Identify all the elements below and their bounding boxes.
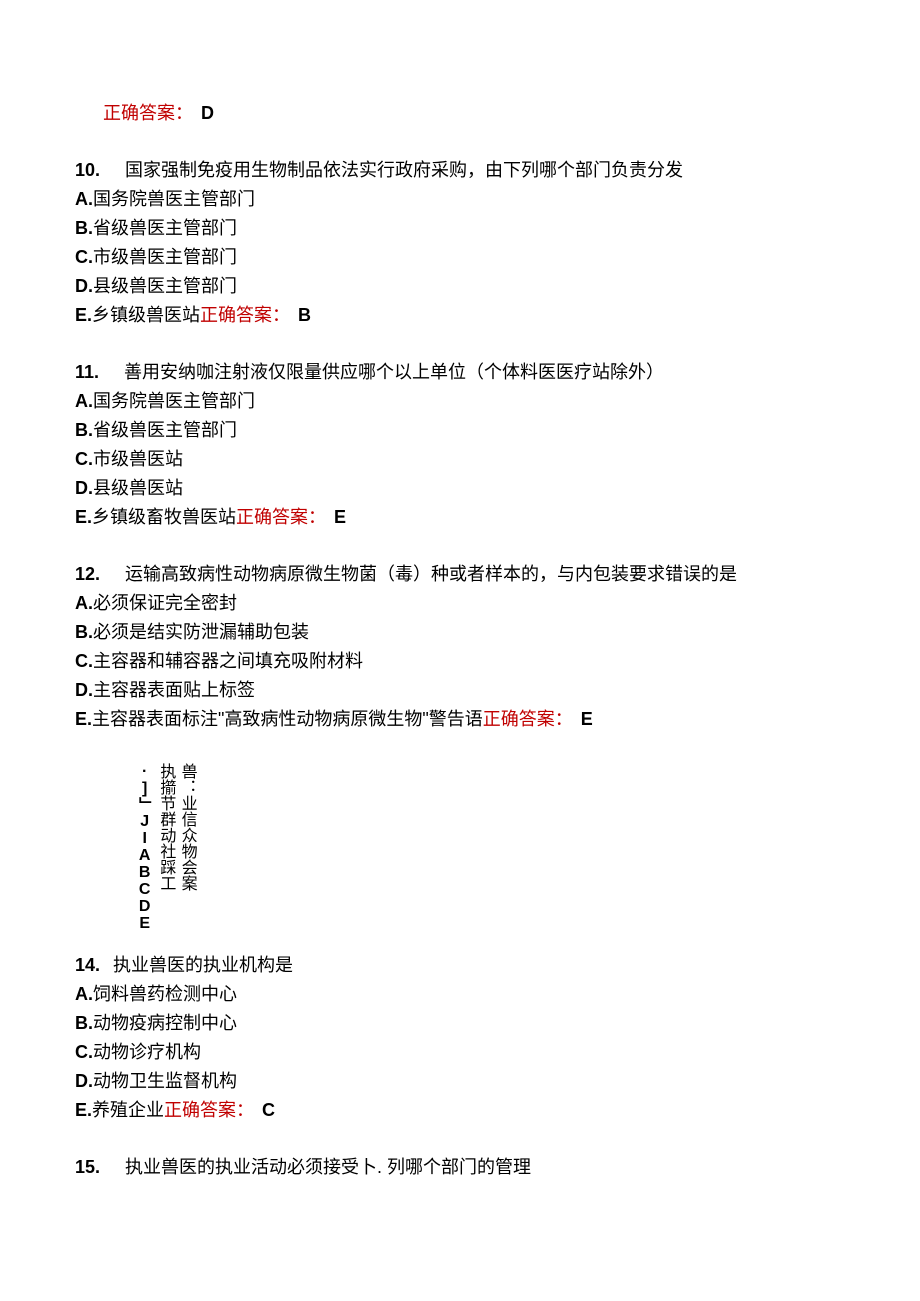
option-text: 省级兽医主管部门	[93, 420, 237, 440]
option-a: A.饲料兽药检测中心	[75, 981, 845, 1008]
option-text: 县级兽医主管部门	[93, 276, 237, 296]
option-text: 主容器表面标注"高致病性动物病原微生物"警告语	[92, 709, 483, 729]
option-b: B.必须是结实防泄漏辅助包装	[75, 619, 845, 646]
option-text: 省级兽医主管部门	[93, 218, 237, 238]
question-text: 善用安纳咖注射液仅限量供应哪个以上单位（个体料医医疗站除外）	[124, 362, 664, 382]
option-text: 县级兽医站	[93, 478, 183, 498]
option-text: 主容器表面贴上标签	[93, 680, 255, 700]
question-stem: 15. 执业兽医的执业活动必须接受卜. 列哪个部门的管理	[75, 1154, 845, 1181]
rotated-col-1: 兽：业信众物会案	[177, 763, 196, 891]
option-text: 国务院兽医主管部门	[93, 189, 255, 209]
option-letter: A.	[75, 593, 93, 613]
option-d: D.县级兽医站	[75, 475, 845, 502]
option-letter: E.	[75, 1100, 92, 1120]
option-letter: E.	[75, 507, 92, 527]
option-text: 饲料兽药检测中心	[93, 984, 237, 1004]
option-letter: D.	[75, 1071, 93, 1091]
option-letter: A.	[75, 984, 93, 1004]
option-text: 乡镇级畜牧兽医站	[92, 507, 236, 527]
answer-value: E	[334, 507, 346, 527]
rotated-text-block: ·]」JIABCDE 执擶节群动社踩工 兽：业信众物会案	[135, 763, 845, 932]
question-number: 12.	[75, 564, 100, 584]
question-11: 11. 善用安纳咖注射液仅限量供应哪个以上单位（个体料医医疗站除外） A.国务院…	[75, 359, 845, 531]
option-letter: E.	[75, 305, 92, 325]
answer-value: C	[262, 1100, 275, 1120]
option-letter: D.	[75, 680, 93, 700]
option-c: C.市级兽医主管部门	[75, 244, 845, 271]
rotated-col-2: 执擶节群动社踩工	[156, 763, 175, 891]
question-12: 12. 运输高致病性动物病原微生物菌（毒）种或者样本的，与内包装要求错误的是 A…	[75, 561, 845, 733]
option-text: 必须保证完全密封	[93, 593, 237, 613]
question-number: 14.	[75, 955, 100, 975]
option-b: B.省级兽医主管部门	[75, 215, 845, 242]
option-b: B.省级兽医主管部门	[75, 417, 845, 444]
question-number: 15.	[75, 1157, 100, 1177]
option-d: D.动物卫生监督机构	[75, 1068, 845, 1095]
option-letter: A.	[75, 391, 93, 411]
option-text: 乡镇级兽医站	[92, 305, 200, 325]
question-stem: 11. 善用安纳咖注射液仅限量供应哪个以上单位（个体料医医疗站除外）	[75, 359, 845, 386]
option-letter: C.	[75, 1042, 93, 1062]
answer-value: E	[581, 709, 593, 729]
option-text: 国务院兽医主管部门	[93, 391, 255, 411]
question-14: 14. 执业兽医的执业机构是 A.饲料兽药检测中心 B.动物疫病控制中心 C.动…	[75, 952, 845, 1124]
answer-label: 正确答案：	[483, 709, 573, 729]
option-letter: C.	[75, 651, 93, 671]
option-letter: D.	[75, 276, 93, 296]
answer-label: 正确答案：	[164, 1100, 254, 1120]
option-letter: B.	[75, 420, 93, 440]
option-e: E.养殖企业正确答案： C	[75, 1097, 845, 1124]
option-text: 市级兽医站	[93, 449, 183, 469]
option-e: E.乡镇级兽医站正确答案： B	[75, 302, 845, 329]
option-letter: B.	[75, 622, 93, 642]
option-a: A.必须保证完全密封	[75, 590, 845, 617]
question-text: 执业兽医的执业活动必须接受卜. 列哪个部门的管理	[125, 1157, 531, 1177]
option-a: A.国务院兽医主管部门	[75, 388, 845, 415]
question-10: 10. 国家强制免疫用生物制品依法实行政府采购，由下列哪个部门负责分发 A.国务…	[75, 157, 845, 329]
option-text: 动物诊疗机构	[93, 1042, 201, 1062]
question-number: 10.	[75, 160, 100, 180]
previous-answer: 正确答案： D	[75, 100, 845, 127]
option-b: B.动物疫病控制中心	[75, 1010, 845, 1037]
option-letter: E.	[75, 709, 92, 729]
question-stem: 12. 运输高致病性动物病原微生物菌（毒）种或者样本的，与内包装要求错误的是	[75, 561, 845, 588]
option-text: 动物卫生监督机构	[93, 1071, 237, 1091]
answer-label: 正确答案：	[236, 507, 326, 527]
option-c: C.动物诊疗机构	[75, 1039, 845, 1066]
option-c: C.市级兽医站	[75, 446, 845, 473]
question-text: 国家强制免疫用生物制品依法实行政府采购，由下列哪个部门负责分发	[125, 160, 683, 180]
option-letter: C.	[75, 449, 93, 469]
option-letter: C.	[75, 247, 93, 267]
option-d: D.主容器表面贴上标签	[75, 677, 845, 704]
question-number: 11.	[75, 362, 99, 382]
option-text: 主容器和辅容器之间填充吸附材料	[93, 651, 363, 671]
option-d: D.县级兽医主管部门	[75, 273, 845, 300]
option-letter: B.	[75, 218, 93, 238]
answer-value: B	[298, 305, 311, 325]
question-15: 15. 执业兽医的执业活动必须接受卜. 列哪个部门的管理	[75, 1154, 845, 1181]
option-a: A.国务院兽医主管部门	[75, 186, 845, 213]
option-c: C.主容器和辅容器之间填充吸附材料	[75, 648, 845, 675]
answer-value: D	[201, 103, 214, 123]
answer-label: 正确答案：	[103, 103, 193, 123]
option-letter: A.	[75, 189, 93, 209]
question-stem: 10. 国家强制免疫用生物制品依法实行政府采购，由下列哪个部门负责分发	[75, 157, 845, 184]
question-text: 执业兽医的执业机构是	[113, 955, 293, 975]
option-text: 养殖企业	[92, 1100, 164, 1120]
option-e: E.乡镇级畜牧兽医站正确答案： E	[75, 504, 845, 531]
answer-label: 正确答案：	[200, 305, 290, 325]
option-text: 必须是结实防泄漏辅助包装	[93, 622, 309, 642]
rotated-col-3: ·]」JIABCDE	[135, 763, 154, 932]
option-text: 市级兽医主管部门	[93, 247, 237, 267]
option-text: 动物疫病控制中心	[93, 1013, 237, 1033]
option-letter: D.	[75, 478, 93, 498]
option-letter: B.	[75, 1013, 93, 1033]
question-text: 运输高致病性动物病原微生物菌（毒）种或者样本的，与内包装要求错误的是	[125, 564, 737, 584]
option-e: E.主容器表面标注"高致病性动物病原微生物"警告语正确答案： E	[75, 706, 845, 733]
question-stem: 14. 执业兽医的执业机构是	[75, 952, 845, 979]
